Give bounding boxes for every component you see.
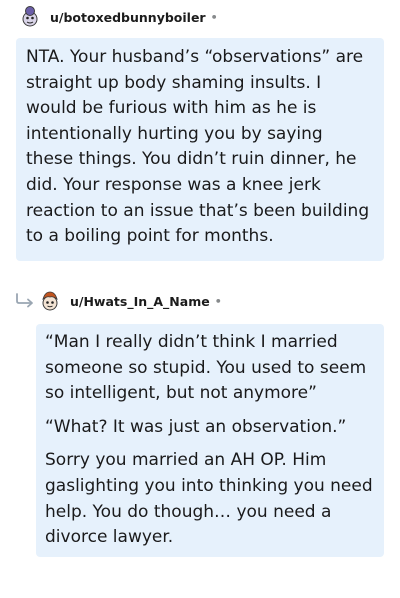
reply-body: “Man I really didn’t think I married som… xyxy=(36,324,384,557)
reply-header: u/Hwats_In_A_Name • xyxy=(38,289,222,313)
reply-paragraph: “What? It was just an observation.” xyxy=(45,416,347,437)
reply-arrow-icon xyxy=(16,293,33,308)
snoo-avatar-icon[interactable] xyxy=(38,289,62,313)
comment-header: u/botoxedbunnyboiler • xyxy=(18,5,218,29)
reply-paragraph: Sorry you married an AH OP. Him gaslight… xyxy=(45,450,373,548)
separator-dot: • xyxy=(214,294,222,308)
snoo-avatar-icon[interactable] xyxy=(18,5,42,29)
username-link[interactable]: u/Hwats_In_A_Name xyxy=(70,294,210,309)
comment-paragraph: NTA. Your husband’s “observations” are s… xyxy=(26,47,370,247)
reply-paragraph: “Man I really didn’t think I married som… xyxy=(45,332,367,404)
separator-dot: • xyxy=(210,10,218,24)
comment-body: NTA. Your husband’s “observations” are s… xyxy=(16,38,384,261)
username-link[interactable]: u/botoxedbunnyboiler xyxy=(50,10,206,25)
